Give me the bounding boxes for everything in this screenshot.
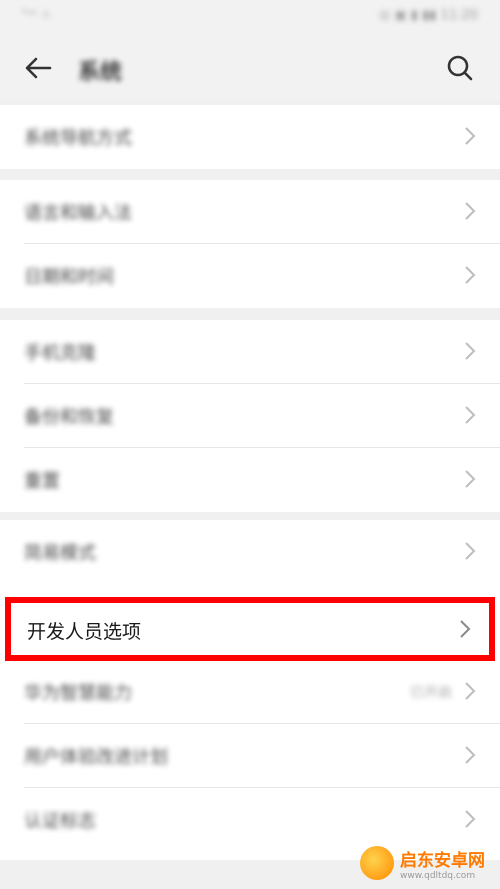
settings-item-label: 认证标志 [24,811,96,832]
arrow-left-icon [25,57,52,79]
settings-item-label: 手机克隆 [24,343,96,364]
watermark-url: www.qdltdq.com [400,870,476,881]
settings-item-label: 日期和时间 [24,267,114,288]
app-header: 系统 [0,36,500,100]
settings-item-backup[interactable]: 备份和恢复 [0,384,500,448]
settings-group-5: 华为智慧能力 已开启 用户体验改进计划 认证标志 [0,660,500,860]
chevron-right-icon [465,682,476,700]
settings-item-label: 备份和恢复 [24,407,114,428]
chevron-right-icon [465,470,476,488]
settings-item-simple-mode[interactable]: 简易模式 [0,520,500,584]
chevron-right-icon [460,620,471,638]
chevron-right-icon [465,266,476,284]
back-button[interactable] [18,50,58,86]
status-bar: ᵀᵃˡ ⌾ ◎ ▣ ▮ ▮▮ 11:20 [0,0,500,36]
settings-item-label: 开发人员选项 [27,621,142,643]
page-title: 系统 [78,60,123,85]
status-signal: ᵀᵃˡ ⌾ [22,8,52,23]
settings-item-label: 简易模式 [24,543,96,564]
settings-item-value: 已开启 [410,685,452,701]
status-indicators: ◎ ▣ ▮ ▮▮ 11:20 [378,8,478,23]
chevron-right-icon [465,746,476,764]
chevron-right-icon [465,810,476,828]
settings-item-label: 用户体验改进计划 [24,747,168,768]
settings-group-2: 语言和输入法 日期和时间 [0,180,500,308]
settings-item-huawei-ability[interactable]: 华为智慧能力 已开启 [0,660,500,724]
chevron-right-icon [465,342,476,360]
settings-item-label: 系统导航方式 [24,128,132,149]
settings-item-phone-clone[interactable]: 手机克隆 [0,320,500,384]
settings-item-label: 重置 [24,471,60,492]
settings-item-developer-options[interactable]: 开发人员选项 [5,597,495,661]
settings-item-language[interactable]: 语言和输入法 [0,180,500,244]
watermark-title: 启东安卓网 [400,850,485,871]
chevron-right-icon [465,542,476,560]
settings-item-reset[interactable]: 重置 [0,448,500,512]
settings-item-label: 华为智慧能力 [24,683,132,704]
settings-item-navigation[interactable]: 系统导航方式 [0,105,500,169]
watermark: 启东安卓网 www.qdltdq.com [360,843,490,883]
settings-group-3: 手机克隆 备份和恢复 重置 [0,320,500,512]
settings-group-1: 系统导航方式 [0,105,500,169]
chevron-right-icon [465,127,476,145]
chevron-right-icon [465,202,476,220]
watermark-logo-icon [360,846,394,880]
search-icon [447,55,473,81]
chevron-right-icon [465,406,476,424]
settings-item-ux-program[interactable]: 用户体验改进计划 [0,724,500,788]
search-button[interactable] [440,50,480,86]
settings-item-date-time[interactable]: 日期和时间 [0,244,500,308]
settings-item-label: 语言和输入法 [24,203,132,224]
